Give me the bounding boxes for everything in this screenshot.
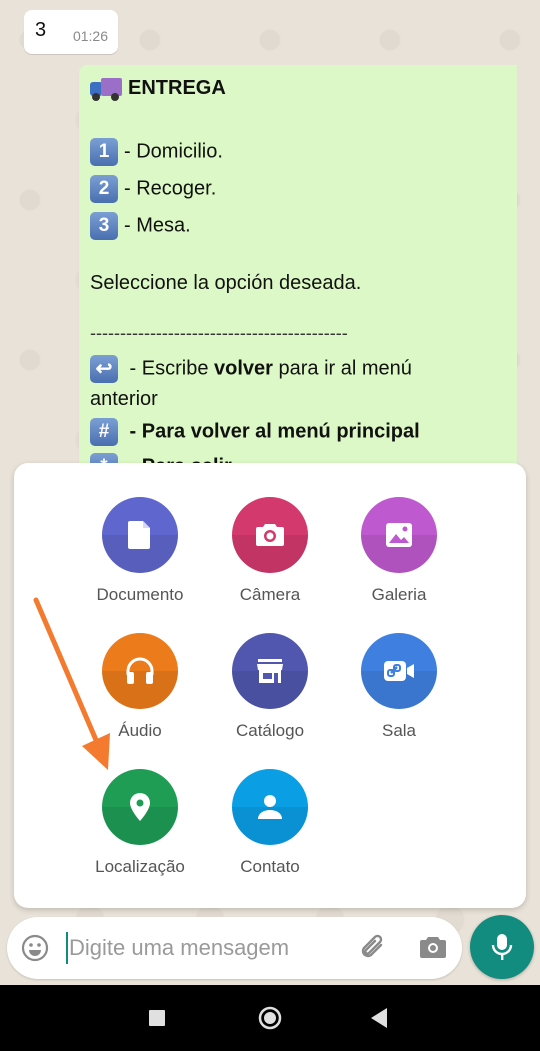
- prompt-text: Seleccione la opción deseada.: [90, 272, 362, 294]
- attach-contact[interactable]: Contato: [200, 769, 340, 877]
- microphone-icon: [491, 934, 513, 960]
- store-icon: [232, 633, 308, 709]
- attach-catalog[interactable]: Catálogo: [200, 633, 340, 741]
- back-suffix: para ir al menú: [272, 357, 412, 380]
- outgoing-message[interactable]: ENTREGA 1 - Domicilio. 2 - Recoger. 3 - Mes…: [79, 65, 517, 485]
- attach-label: Sala: [381, 721, 417, 740]
- attachment-menu: Documento Câmera Galeria Áudio Catálogo: [14, 463, 526, 908]
- message-time: 01:26: [72, 28, 108, 44]
- person-icon: [232, 769, 308, 845]
- back-prefix: - Escribe: [124, 357, 215, 380]
- option-line-1: 1 - Domicilio.: [90, 138, 223, 166]
- message-composer: Digite uma mensagem: [7, 917, 462, 979]
- message-input[interactable]: Digite uma mensagem: [69, 935, 289, 961]
- document-icon: [102, 497, 178, 573]
- attach-room[interactable]: Sala: [329, 633, 469, 741]
- location-pin-icon: [102, 769, 178, 845]
- attach-gallery[interactable]: Galeria: [329, 497, 469, 605]
- gallery-icon: [361, 497, 437, 573]
- voice-record-button[interactable]: [470, 915, 534, 979]
- keycap-1-icon: 1: [90, 138, 118, 166]
- camera-icon: [232, 497, 308, 573]
- attach-label: Áudio: [118, 721, 162, 740]
- hash-text: - Para volver al menú principal: [124, 420, 420, 443]
- message-title: ENTREGA: [128, 77, 226, 99]
- keycap-2-icon: 2: [90, 175, 118, 203]
- video-link-icon: [361, 633, 437, 709]
- camera-icon[interactable]: [419, 934, 447, 960]
- attach-label: Documento: [96, 585, 184, 604]
- text-caret: [66, 932, 68, 964]
- keycap-3-icon: 3: [90, 212, 118, 240]
- attach-label: Catálogo: [235, 721, 305, 740]
- back-icon[interactable]: [371, 1008, 387, 1028]
- back-keyword: volver: [214, 357, 273, 380]
- option-line-3: 3 - Mesa.: [90, 212, 191, 240]
- attach-camera[interactable]: Câmera: [200, 497, 340, 605]
- attach-location[interactable]: Localização: [70, 769, 210, 877]
- attach-label: Galeria: [371, 585, 427, 604]
- back-line: ↩ - Escribe volver para ir al menú: [90, 355, 412, 383]
- option-text: - Domicilio.: [124, 140, 223, 163]
- option-text: - Recoger.: [124, 177, 217, 200]
- home-icon[interactable]: [258, 1006, 282, 1030]
- message-text: 3: [35, 19, 47, 41]
- incoming-message[interactable]: 3 01:26: [24, 10, 118, 54]
- return-arrow-icon: ↩: [90, 355, 118, 383]
- attach-label: Contato: [240, 857, 300, 876]
- divider-line: ----------------------------------------…: [90, 323, 348, 343]
- attach-label: Câmera: [239, 585, 301, 604]
- keycap-hash-icon: #: [90, 418, 118, 446]
- attach-label: Localização: [95, 857, 185, 876]
- option-line-2: 2 - Recoger.: [90, 175, 216, 203]
- headphones-icon: [102, 633, 178, 709]
- bubble-tail: [515, 65, 517, 79]
- attach-document[interactable]: Documento: [70, 497, 210, 605]
- hash-line: # - Para volver al menú principal: [90, 418, 420, 446]
- message-title-line: ENTREGA: [90, 77, 226, 101]
- recents-icon[interactable]: [149, 1010, 165, 1026]
- back-line-2: anterior: [90, 388, 158, 410]
- option-text: - Mesa.: [124, 214, 191, 237]
- attach-clip-icon[interactable]: [359, 933, 389, 963]
- delivery-truck-icon: [90, 77, 122, 101]
- attach-audio[interactable]: Áudio: [70, 633, 210, 741]
- emoji-icon[interactable]: [21, 934, 49, 962]
